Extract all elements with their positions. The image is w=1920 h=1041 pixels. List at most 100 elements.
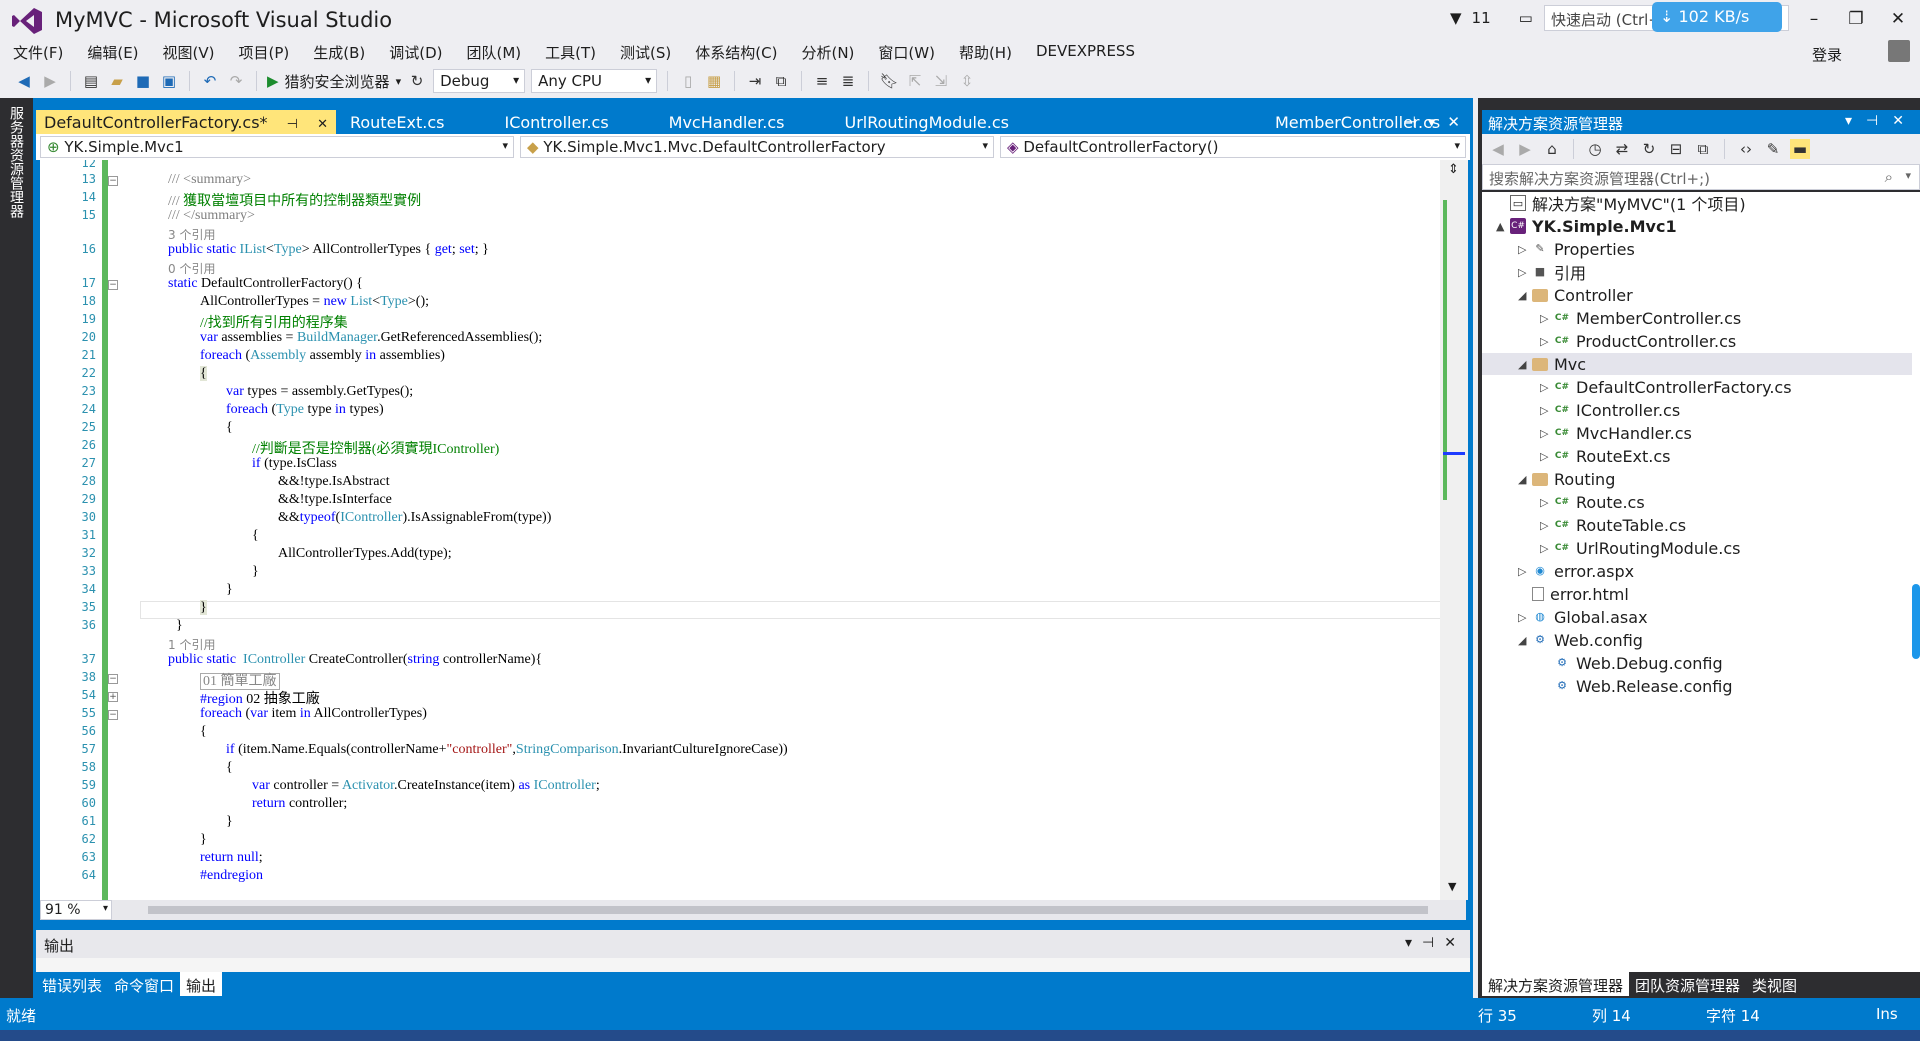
expander-icon[interactable]: ▷ — [1540, 335, 1554, 348]
expander-icon[interactable]: ▷ — [1518, 565, 1532, 578]
collapse-toggle[interactable]: − — [108, 176, 118, 186]
expander-icon[interactable]: ▷ — [1518, 611, 1532, 624]
save-icon[interactable]: ■ — [133, 71, 153, 91]
expander-icon[interactable]: ▲ — [1496, 220, 1510, 233]
expander-icon[interactable]: ◢ — [1518, 473, 1532, 486]
uncomment-icon[interactable]: ≣ — [838, 71, 858, 91]
find-in-files-icon[interactable]: ▯ — [678, 71, 698, 91]
login-link[interactable]: 登录 — [1812, 44, 1842, 65]
expander-icon[interactable]: ◢ — [1518, 358, 1532, 371]
menu-edit[interactable]: 编辑(E) — [86, 40, 151, 64]
filter-icon[interactable]: ▼ — [1450, 9, 1462, 27]
pin-icon[interactable]: ⊣ — [1866, 113, 1878, 129]
tab-team-explorer[interactable]: 团队资源管理器 — [1629, 972, 1746, 996]
close-icon[interactable]: ✕ — [1892, 113, 1904, 129]
pending-changes-icon[interactable]: ◷ — [1585, 139, 1605, 159]
close-icon[interactable]: ✕ — [1444, 935, 1456, 951]
code-map-icon[interactable]: ⧉ — [771, 71, 791, 91]
collapse-toggle[interactable]: − — [108, 280, 118, 290]
chevron-down-icon[interactable]: ▾ — [1405, 935, 1412, 951]
chevron-down-icon[interactable]: ▾ — [1428, 113, 1436, 131]
solution-search-input[interactable]: 搜索解决方案资源管理器(Ctrl+;) ⌕ ▾ — [1482, 164, 1920, 190]
menu-debug[interactable]: 调试(D) — [388, 40, 455, 64]
new-project-icon[interactable]: ▤ — [81, 71, 101, 91]
project-combo[interactable]: ⊕ YK.Simple.Mvc1 — [40, 136, 514, 158]
tree-node[interactable]: ▷ C# RouteTable.cs — [1482, 514, 1912, 536]
menu-devexpress[interactable]: DEVEXPRESS — [1035, 40, 1148, 64]
navigate-forward-icon[interactable]: ▶ — [40, 71, 60, 91]
collapse-toggle[interactable]: − — [108, 710, 118, 720]
start-debugging-button[interactable]: ▶ 猎豹安全浏览器 ▾ — [267, 71, 401, 92]
tree-node[interactable]: ◢ Mvc — [1482, 353, 1912, 375]
restore-button[interactable]: ❐ — [1838, 6, 1874, 32]
tree-node[interactable]: ▷ C# RouteExt.cs — [1482, 445, 1912, 467]
type-combo[interactable]: ◆ YK.Simple.Mvc1.Mvc.DefaultControllerFa… — [520, 136, 994, 158]
zoom-level-select[interactable]: 91 % ▾ — [40, 900, 112, 920]
expander-icon[interactable]: ▷ — [1540, 542, 1554, 555]
tab-routeext[interactable]: RouteExt.cs — [342, 110, 453, 134]
redo-icon[interactable]: ↷ — [226, 71, 246, 91]
clear-bookmarks-icon[interactable]: ⇳ — [957, 71, 977, 91]
close-icon[interactable]: ✕ — [1447, 113, 1460, 131]
tree-node[interactable]: ◢ ⚙ Web.config — [1482, 629, 1912, 651]
feedback-icon[interactable]: ▭ — [1519, 9, 1533, 27]
expander-icon[interactable]: ◢ — [1518, 634, 1532, 647]
notification-area[interactable]: ▼ 11 ▭ — [1450, 5, 1533, 31]
menu-help[interactable]: 帮助(H) — [958, 40, 1025, 64]
tree-node[interactable]: ▷ C# UrlRoutingModule.cs — [1482, 537, 1912, 559]
undo-icon[interactable]: ↶ — [200, 71, 220, 91]
save-all-icon[interactable]: ▣ — [159, 71, 179, 91]
menu-window[interactable]: 窗口(W) — [877, 40, 948, 64]
tree-node[interactable]: ▷ ■ 引用 — [1482, 261, 1912, 283]
tab-error-list[interactable]: 错误列表 — [36, 972, 108, 996]
minimize-button[interactable]: – — [1796, 6, 1832, 32]
tab-output[interactable]: 输出 — [180, 972, 223, 996]
tree-node[interactable]: ⚙ Web.Release.config — [1482, 675, 1912, 697]
chevron-down-icon[interactable]: ▾ — [396, 75, 402, 88]
solution-platform-select[interactable]: Any CPU — [531, 69, 658, 93]
pin-icon[interactable]: ⊣ — [287, 117, 298, 132]
show-all-files-icon[interactable]: ⧉ — [1693, 139, 1713, 159]
menu-file[interactable]: 文件(F) — [12, 40, 76, 64]
expander-icon[interactable]: ▷ — [1540, 496, 1554, 509]
solution-config-select[interactable]: Debug — [433, 69, 526, 93]
server-explorer-tab[interactable]: 服务器资源管理器 — [8, 106, 26, 218]
tab-class-view[interactable]: 类视图 — [1746, 972, 1803, 996]
tree-node[interactable]: ▷ C# MemberController.cs — [1482, 307, 1912, 329]
expander-icon[interactable]: ▷ — [1540, 519, 1554, 532]
tree-node[interactable]: ▷ ✎ Properties — [1482, 238, 1912, 260]
menu-analyze[interactable]: 分析(N) — [800, 40, 867, 64]
open-file-icon[interactable]: ▰ — [107, 71, 127, 91]
sync-icon[interactable]: ⇄ — [1612, 139, 1632, 159]
expand-toggle[interactable]: + — [108, 692, 118, 702]
close-window-button[interactable]: ✕ — [1880, 6, 1916, 32]
expander-icon[interactable]: ▷ — [1540, 312, 1554, 325]
tree-node[interactable]: ▷ C# Route.cs — [1482, 491, 1912, 513]
expander-icon[interactable]: ▷ — [1540, 427, 1554, 440]
scroll-thumb[interactable] — [148, 906, 1428, 914]
next-bookmark-icon[interactable]: ⇲ — [931, 71, 951, 91]
collapse-toggle[interactable]: − — [108, 674, 118, 684]
chevron-down-icon[interactable]: ▾ — [1905, 169, 1911, 182]
menu-tools[interactable]: 工具(T) — [544, 40, 609, 64]
tab-solution-explorer[interactable]: 解决方案资源管理器 — [1482, 972, 1630, 996]
menu-project[interactable]: 项目(P) — [238, 40, 303, 64]
toolbox-icon[interactable]: ▦ — [704, 71, 724, 91]
search-icon[interactable]: ⌕ — [1885, 168, 1893, 186]
expander-icon[interactable]: ▷ — [1540, 404, 1554, 417]
navigate-to-icon[interactable]: ⇥ — [745, 71, 765, 91]
split-icon[interactable]: ⇕ — [1448, 162, 1459, 177]
scroll-down-icon[interactable]: ▼ — [1448, 880, 1456, 893]
expander-icon[interactable]: ▷ — [1518, 266, 1532, 279]
menu-team[interactable]: 团队(M) — [466, 40, 535, 64]
member-combo[interactable]: ◈ DefaultControllerFactory() — [1000, 136, 1466, 158]
tree-node[interactable]: ▷ C# DefaultControllerFactory.cs — [1482, 376, 1912, 398]
tree-node[interactable]: ▷ C# ProductController.cs — [1482, 330, 1912, 352]
editor-vertical-scrollbar[interactable]: ⇕ ▼ — [1440, 160, 1468, 900]
account-icon[interactable] — [1888, 40, 1910, 62]
editor-horizontal-scrollbar[interactable] — [40, 900, 1466, 920]
tab-command-window[interactable]: 命令窗口 — [108, 972, 180, 996]
previous-bookmark-icon[interactable]: ⇱ — [905, 71, 925, 91]
pin-icon[interactable]: ⊣ — [1403, 113, 1416, 131]
home-icon[interactable]: ⌂ — [1542, 139, 1562, 159]
